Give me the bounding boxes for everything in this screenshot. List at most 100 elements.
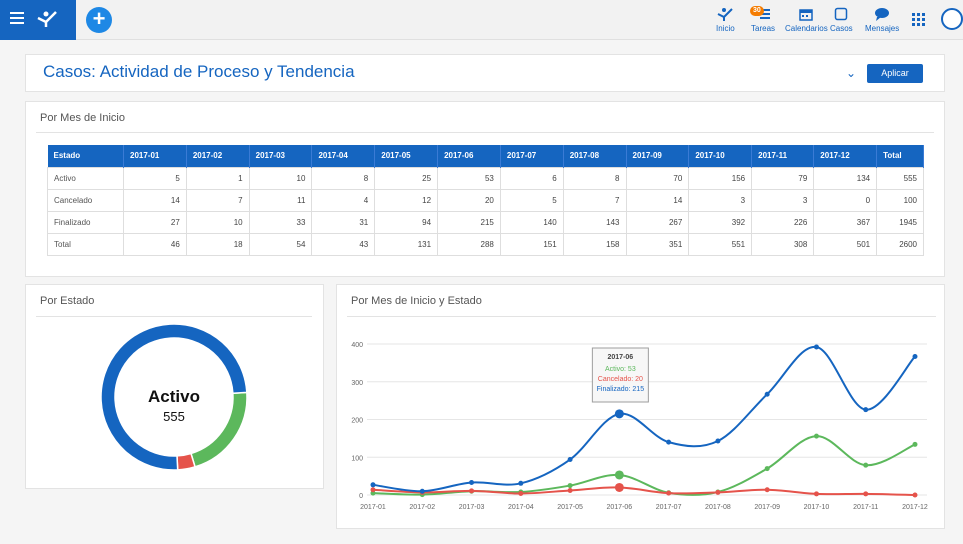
table-header-row: Estado 2017-01 2017-02 2017-03 2017-04 2017-0… xyxy=(47,145,924,167)
data-point-cancelado[interactable] xyxy=(715,489,721,495)
column-header: 2017-08 xyxy=(563,145,627,167)
data-point-finalizado[interactable] xyxy=(469,480,475,486)
data-point-cancelado[interactable] xyxy=(666,490,672,496)
nav-casos[interactable]: Casos xyxy=(830,4,853,33)
data-point-activo[interactable] xyxy=(863,462,869,468)
nav-mensajes[interactable]: Mensajes xyxy=(865,4,899,33)
y-tick-label: 100 xyxy=(351,455,363,462)
data-point-finalizado[interactable] xyxy=(518,480,524,486)
nav-label: Calendarios xyxy=(785,24,828,33)
table-cell: 70 xyxy=(625,166,690,190)
data-point-finalizado[interactable] xyxy=(715,438,721,444)
data-point-cancelado[interactable] xyxy=(863,491,869,497)
data-point-activo[interactable] xyxy=(567,483,573,489)
table-cell: 43 xyxy=(311,232,376,256)
table-cell: 143 xyxy=(562,210,627,234)
data-point-cancelado[interactable] xyxy=(912,492,918,498)
nav-inicio[interactable]: Inicio xyxy=(716,4,735,33)
column-header: 2017-09 xyxy=(626,145,690,167)
data-point-finalizado[interactable] xyxy=(614,409,624,419)
data-point-activo[interactable] xyxy=(614,470,624,480)
table-cell: 156 xyxy=(688,166,753,190)
table-cell: 27 xyxy=(123,210,187,234)
donut-slice-cancelado[interactable] xyxy=(176,452,196,471)
table-cell: 8 xyxy=(562,166,627,190)
table-cell: 2600 xyxy=(876,232,924,256)
donut-center-value: 555 xyxy=(163,409,185,424)
table-cell: 215 xyxy=(437,210,501,234)
page-title: Casos: Actividad de Proceso y Tendencia xyxy=(43,62,355,81)
x-tick-label: 2017-01 xyxy=(360,504,386,511)
data-point-finalizado[interactable] xyxy=(813,344,819,350)
top-bar: + Inicio 30 Tareas Calendarios Casos Men… xyxy=(0,0,963,40)
table-cell: 5 xyxy=(499,188,564,212)
column-header: 2017-12 xyxy=(813,145,878,167)
table-cell: 0 xyxy=(813,188,878,212)
data-point-finalizado[interactable] xyxy=(863,407,869,413)
x-tick-label: 2017-06 xyxy=(607,504,633,511)
table-row: Finalizado 27 10 33 31 94 215 140 143 267 392 226 36… xyxy=(47,210,924,234)
chevron-down-icon[interactable]: ⌄ xyxy=(846,66,856,80)
line-panel: Por Mes de Inicio y Estado 0 100 200 300 400… xyxy=(336,284,945,529)
table-row: Activo 5 1 10 8 25 53 6 8 70 156 79 134 555 xyxy=(47,166,924,190)
table-cell: 33 xyxy=(248,210,313,234)
data-point-cancelado[interactable] xyxy=(567,487,573,493)
process-icon xyxy=(717,4,734,24)
data-point-cancelado[interactable] xyxy=(370,487,376,493)
table-cell: 308 xyxy=(751,232,815,256)
column-header: 2017-05 xyxy=(374,145,439,167)
series-line-cancelado xyxy=(372,486,916,496)
table-cell: 392 xyxy=(688,210,753,234)
table-cell: 131 xyxy=(374,232,439,256)
data-point-finalizado[interactable] xyxy=(567,457,573,463)
table-cell: 46 xyxy=(123,232,187,256)
column-header: 2017-06 xyxy=(437,145,501,167)
table-cell: 6 xyxy=(499,166,564,190)
column-header: Total xyxy=(876,145,924,167)
data-point-finalizado[interactable] xyxy=(912,353,918,359)
row-label: Activo xyxy=(47,166,124,190)
data-point-cancelado[interactable] xyxy=(813,491,819,497)
data-point-cancelado[interactable] xyxy=(764,487,770,493)
apply-button[interactable]: Aplicar xyxy=(867,64,923,83)
process-logo-icon[interactable] xyxy=(36,8,58,28)
table-panel: Por Mes de Inicio Estado 2017-01 2017-02 20… xyxy=(25,101,945,277)
apps-grid-icon[interactable] xyxy=(912,13,925,26)
data-point-finalizado[interactable] xyxy=(764,391,770,397)
x-tick-label: 2017-07 xyxy=(656,504,682,511)
add-case-button[interactable]: + xyxy=(86,7,112,33)
data-point-activo[interactable] xyxy=(912,441,918,447)
cases-icon xyxy=(834,4,848,24)
table-cell: 10 xyxy=(248,166,313,190)
x-tick-label: 2017-03 xyxy=(459,504,485,511)
data-point-finalizado[interactable] xyxy=(666,439,672,445)
nav-label: Tareas xyxy=(751,24,776,33)
table-cell: 151 xyxy=(499,232,564,256)
table-cell: 20 xyxy=(437,188,501,212)
data-point-cancelado[interactable] xyxy=(614,482,624,492)
nav-tareas[interactable]: 30 Tareas xyxy=(750,4,776,33)
nav-calendarios[interactable]: Calendarios xyxy=(785,4,828,33)
nav-label: Casos xyxy=(830,24,853,33)
donut-center-label: Activo xyxy=(148,387,200,406)
table-cell: 288 xyxy=(437,232,501,256)
data-point-cancelado[interactable] xyxy=(518,490,524,496)
table-cell: 7 xyxy=(562,188,627,212)
table-cell: 7 xyxy=(185,188,250,212)
y-tick-label: 0 xyxy=(359,493,363,500)
column-header: 2017-07 xyxy=(500,145,564,167)
data-point-finalizado[interactable] xyxy=(419,488,425,494)
chat-icon xyxy=(874,4,890,24)
table-cell: 25 xyxy=(374,166,439,190)
data-point-finalizado[interactable] xyxy=(370,482,376,488)
user-avatar[interactable] xyxy=(941,8,963,30)
data-point-cancelado[interactable] xyxy=(469,488,475,494)
x-tick-label: 2017-11 xyxy=(853,504,878,511)
x-tick-label: 2017-09 xyxy=(754,504,780,511)
hamburger-menu-icon[interactable] xyxy=(10,12,24,24)
data-point-activo[interactable] xyxy=(764,466,770,472)
data-point-activo[interactable] xyxy=(813,433,819,439)
x-tick-label: 2017-02 xyxy=(409,504,435,511)
row-label: Cancelado xyxy=(47,188,124,212)
column-header: 2017-02 xyxy=(186,145,250,167)
